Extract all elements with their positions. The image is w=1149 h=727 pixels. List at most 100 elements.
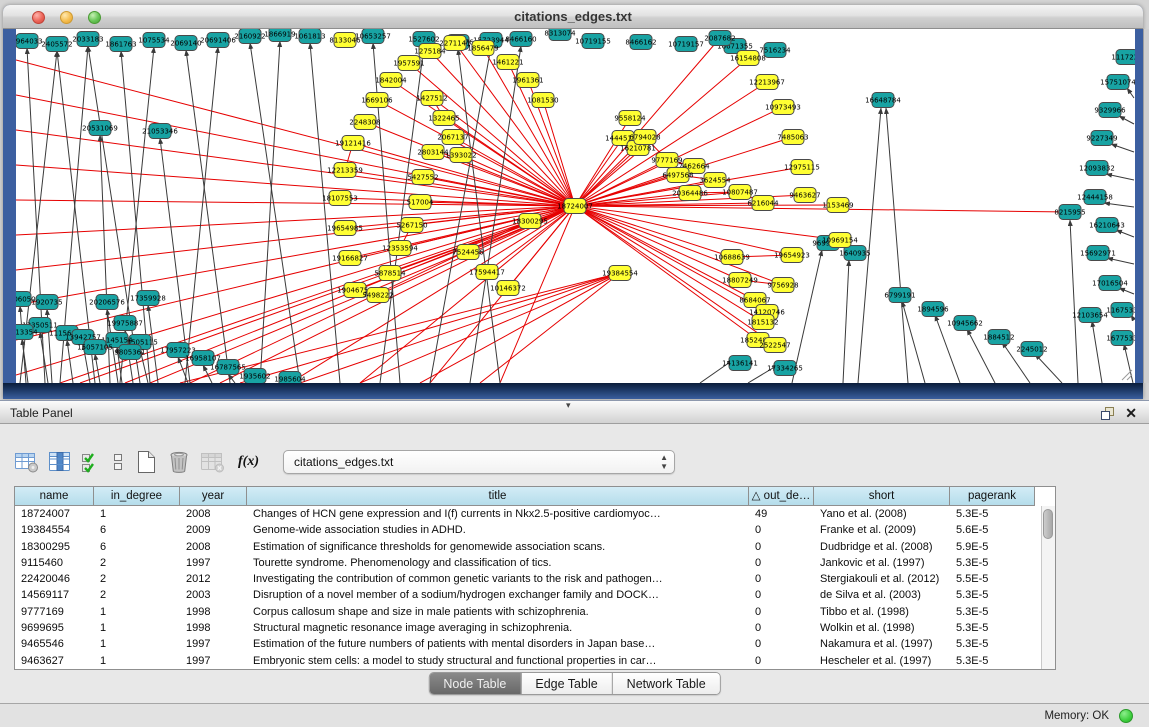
graph-node[interactable]: 19975887 <box>107 316 143 331</box>
table-row[interactable]: 946362711997Embryonic stem cells: a mode… <box>15 653 1055 669</box>
table-selector[interactable]: citations_edges.txt ▲▼ <box>283 450 675 474</box>
graph-node[interactable]: 1322465 <box>428 111 459 126</box>
column-header-year[interactable]: year <box>180 487 247 506</box>
graph-node[interactable]: 1861763 <box>105 37 136 52</box>
graph-node[interactable]: 6497568 <box>662 168 693 183</box>
tab-edge-table[interactable]: Edge Table <box>520 673 611 694</box>
graph-node[interactable]: 20364486 <box>672 186 708 201</box>
graph-node[interactable]: 2803144 <box>417 145 449 160</box>
graph-node[interactable]: 1815132 <box>747 315 778 330</box>
graph-node[interactable]: 8466160 <box>505 32 536 47</box>
graph-node[interactable]: 16210643 <box>1089 218 1125 233</box>
graph-node[interactable]: 17334265 <box>767 361 803 376</box>
graph-node[interactable]: 12093832 <box>1079 161 1115 176</box>
column-header-out_degree[interactable]: △ out_de… <box>749 487 814 506</box>
table-settings-icon[interactable] <box>14 450 40 474</box>
graph-node[interactable]: 1427512 <box>416 91 447 106</box>
graph-node[interactable]: 2160922 <box>234 29 265 44</box>
graph-node[interactable]: 20691406 <box>200 33 236 48</box>
graph-node[interactable]: 12975115 <box>784 160 820 175</box>
graph-node[interactable]: 17016504 <box>1092 276 1128 291</box>
graph-node[interactable]: 1393022 <box>445 148 476 163</box>
graph-node[interactable]: 1061813 <box>294 29 325 44</box>
graph-node[interactable]: 10719155 <box>575 34 611 49</box>
table-row[interactable]: 969969511998Structural magnetic resonanc… <box>15 620 1055 636</box>
graph-node[interactable]: 9756928 <box>767 278 798 293</box>
network-canvas-container[interactable]: 19640332405572203318318617631075534 20691… <box>16 29 1135 383</box>
function-builder-icon[interactable]: f(x) <box>238 454 259 470</box>
graph-node[interactable]: 19654923 <box>774 248 810 263</box>
column-header-in_degree[interactable]: in_degree <box>94 487 180 506</box>
graph-node[interactable]: 2522547 <box>759 338 790 353</box>
graph-node[interactable]: 9227349 <box>1086 131 1117 146</box>
graph-node[interactable]: 3624554 <box>699 173 731 188</box>
graph-node[interactable]: 8313074 <box>544 29 576 41</box>
table-row[interactable]: 1830029562008Estimation of significance … <box>15 539 1055 555</box>
tab-node-table[interactable]: Node Table <box>429 673 520 694</box>
float-window-icon[interactable] <box>1100 406 1115 421</box>
graph-node[interactable]: 9805361 <box>114 345 145 360</box>
graph-node[interactable]: 9558124 <box>614 111 646 126</box>
graph-node[interactable]: 1842004 <box>375 73 407 88</box>
table-row[interactable]: 1938455462009Genome-wide association stu… <box>15 522 1055 538</box>
graph-node[interactable]: 1081530 <box>527 93 558 108</box>
delete-table-icon[interactable] <box>166 449 192 475</box>
graph-node[interactable]: 5498222 <box>362 288 393 303</box>
graph-node[interactable]: 1985604 <box>274 372 306 384</box>
graph-node[interactable]: 19654985 <box>327 221 363 236</box>
graph-node[interactable]: 12444158 <box>1077 190 1113 205</box>
graph-node[interactable]: 1961361 <box>512 73 543 88</box>
graph-node[interactable]: 17594417 <box>469 265 505 280</box>
tab-network-table[interactable]: Network Table <box>612 673 720 694</box>
new-table-icon[interactable] <box>134 449 158 475</box>
network-canvas[interactable]: 19640332405572203318318617631075534 20691… <box>16 29 1135 383</box>
graph-node[interactable]: 10146372 <box>490 281 526 296</box>
graph-node[interactable]: 20531069 <box>82 121 118 136</box>
table-row[interactable]: 2242004622012Investigating the contribut… <box>15 571 1055 587</box>
graph-node[interactable]: 2067137 <box>437 130 468 145</box>
splitter-handle-icon[interactable]: ▾ <box>566 400 571 411</box>
graph-node[interactable]: 1075534 <box>138 33 170 48</box>
graph-node[interactable]: 1461221 <box>492 55 523 70</box>
graph-node[interactable]: 1884512 <box>983 330 1014 345</box>
graph-node[interactable]: 16648784 <box>865 93 901 108</box>
graph-node[interactable]: 2405572 <box>41 37 72 52</box>
graph-node[interactable]: 1167533 <box>1106 303 1135 318</box>
graph-node[interactable]: 14136141 <box>722 356 758 371</box>
graph-node[interactable]: 1964033 <box>16 34 43 49</box>
graph-node[interactable]: 2033183 <box>72 32 103 47</box>
graph-node[interactable]: 2271141 <box>439 36 470 51</box>
graph-node[interactable]: 1920735 <box>31 295 62 310</box>
graph-node[interactable]: 2245012 <box>1016 342 1047 357</box>
column-header-title[interactable]: title <box>247 487 749 506</box>
table-row[interactable]: 1456911722003Disruption of a novel membe… <box>15 587 1055 603</box>
graph-node[interactable]: 1117234 <box>1111 50 1135 65</box>
graph-node[interactable]: 12213359 <box>327 163 363 178</box>
graph-node[interactable]: 1894596 <box>917 302 949 317</box>
graph-node[interactable]: 1866919 <box>264 29 295 42</box>
graph-node[interactable]: 6799191 <box>884 288 915 303</box>
graph-node[interactable]: 15751074 <box>1100 75 1135 90</box>
column-header-name[interactable]: name <box>15 487 94 506</box>
graph-node[interactable]: 2087682 <box>704 31 735 46</box>
graph-node[interactable]: 15692971 <box>1080 246 1116 261</box>
graph-node[interactable]: 9329966 <box>1094 103 1126 118</box>
table-row[interactable]: 911546021997Tourette syndrome. Phenomeno… <box>15 555 1055 571</box>
graph-node[interactable]: 1669106 <box>361 93 393 108</box>
graph-node[interactable]: 5267150 <box>396 218 427 233</box>
graph-node[interactable]: 12213967 <box>749 75 785 90</box>
resize-grip-icon[interactable] <box>1119 367 1133 381</box>
column-header-short[interactable]: short <box>814 487 950 506</box>
column-header-pagerank[interactable]: pagerank <box>950 487 1035 506</box>
graph-node[interactable]: 6794028 <box>629 130 660 145</box>
graph-node[interactable]: 10719157 <box>668 37 704 52</box>
table-row[interactable]: 946554611997Estimation of the future num… <box>15 636 1055 652</box>
graph-node[interactable]: 10973493 <box>765 100 801 115</box>
close-panel-icon[interactable]: ✕ <box>1125 405 1137 421</box>
graph-node[interactable]: 9463627 <box>789 188 820 203</box>
desktop-right-scrollbar[interactable] <box>1143 29 1149 383</box>
graph-node[interactable]: 5427552 <box>407 170 438 185</box>
graph-node[interactable]: 10688639 <box>714 250 750 265</box>
scrollbar-thumb[interactable] <box>1043 509 1053 539</box>
window-titlebar[interactable]: citations_edges.txt <box>3 5 1143 29</box>
